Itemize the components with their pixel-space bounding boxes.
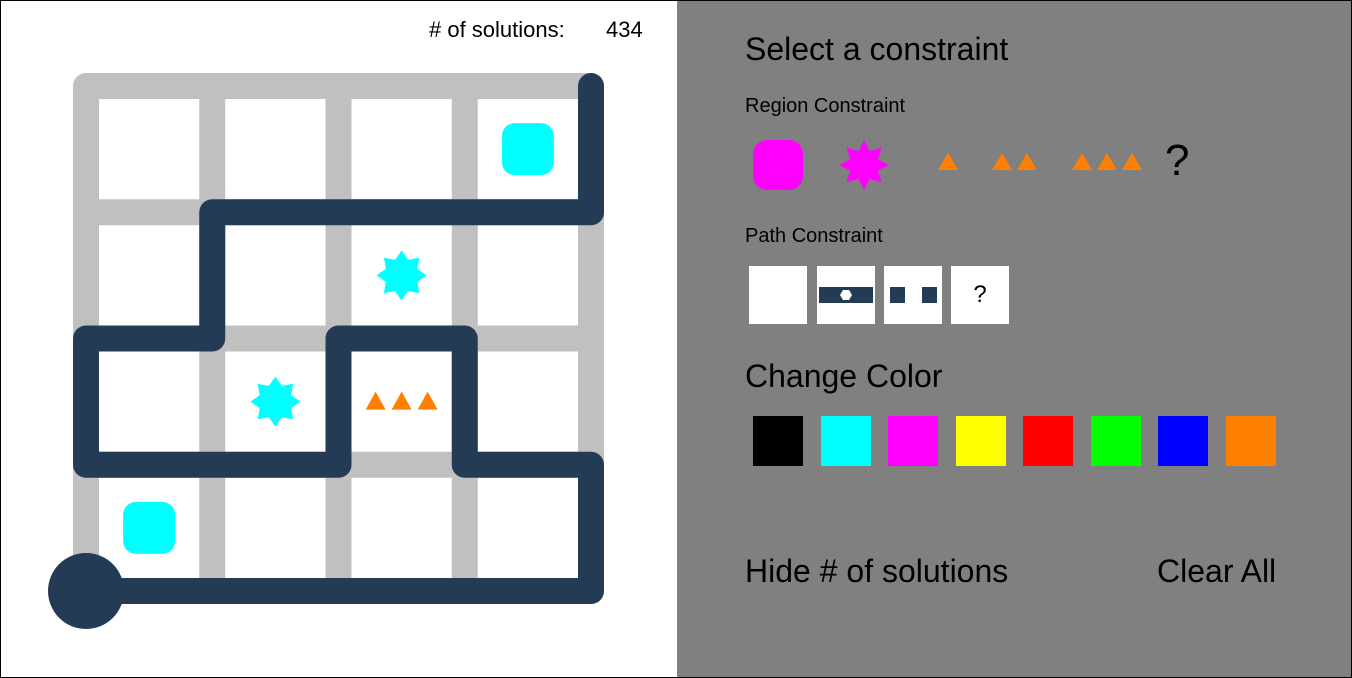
color-swatch[interactable] bbox=[753, 416, 803, 466]
color-swatch[interactable] bbox=[1158, 416, 1208, 466]
triangle-icon bbox=[1097, 153, 1117, 170]
puzzle-board[interactable] bbox=[1, 1, 677, 677]
grid-cell[interactable] bbox=[225, 225, 326, 326]
path-dot-constraint[interactable] bbox=[817, 266, 875, 324]
triangle-icon bbox=[1122, 153, 1142, 170]
rounded-square-icon bbox=[123, 501, 176, 554]
grid-cell[interactable] bbox=[99, 225, 200, 326]
region-square-constraint[interactable] bbox=[751, 138, 805, 192]
color-swatch[interactable] bbox=[1225, 416, 1276, 466]
hide-solutions-button[interactable]: Hide # of solutions bbox=[745, 553, 1008, 590]
grid-cell[interactable] bbox=[477, 225, 578, 326]
rounded-square-icon bbox=[753, 140, 803, 190]
star-icon bbox=[839, 140, 889, 190]
star-icon bbox=[376, 250, 427, 301]
panel-title: Select a constraint bbox=[745, 31, 1009, 67]
triangle-icon bbox=[1017, 153, 1037, 170]
grid-cell[interactable] bbox=[477, 351, 578, 452]
puzzle-pane: # of solutions: 434 bbox=[1, 1, 677, 677]
color-swatch[interactable] bbox=[955, 416, 1006, 466]
path-gap-constraint[interactable] bbox=[884, 266, 942, 324]
grid-cell[interactable] bbox=[99, 351, 200, 452]
color-swatch[interactable] bbox=[1023, 416, 1073, 466]
triangle-icon bbox=[1072, 153, 1092, 170]
region-star-constraint[interactable] bbox=[837, 138, 891, 192]
path-segment-icon bbox=[890, 287, 905, 303]
color-swatch[interactable] bbox=[820, 416, 871, 466]
grid-cell[interactable] bbox=[225, 99, 326, 200]
grid-cell[interactable] bbox=[351, 477, 452, 578]
region-constraint-heading: Region Constraint bbox=[745, 95, 906, 117]
color-swatch[interactable] bbox=[888, 416, 938, 466]
clear-all-button[interactable]: Clear All bbox=[1157, 553, 1276, 590]
region-triangle-3-constraint[interactable] bbox=[1069, 151, 1145, 173]
app-frame: # of solutions: 434 Select a constraint … bbox=[0, 0, 1352, 678]
star-icon bbox=[250, 376, 301, 427]
region-triangle-1-constraint[interactable] bbox=[935, 151, 961, 173]
grid-cell[interactable] bbox=[351, 99, 452, 200]
color-swatch[interactable] bbox=[1090, 416, 1141, 466]
constraint-panel: Select a constraint Region Constraint ? … bbox=[677, 1, 1351, 677]
grid-cell[interactable] bbox=[99, 99, 200, 200]
path-start-circle[interactable] bbox=[48, 553, 124, 629]
region-unknown-constraint[interactable]: ? bbox=[1165, 137, 1189, 185]
rounded-square-icon bbox=[501, 123, 554, 176]
region-triangle-2-constraint[interactable] bbox=[989, 151, 1039, 173]
change-color-heading: Change Color bbox=[745, 358, 943, 394]
path-segment-icon bbox=[922, 287, 937, 303]
triangle-icon bbox=[992, 153, 1012, 170]
triangle-icon bbox=[938, 153, 958, 170]
grid-cell[interactable] bbox=[225, 477, 326, 578]
path-unknown-constraint[interactable]: ? bbox=[951, 266, 1009, 324]
grid-cell[interactable] bbox=[477, 477, 578, 578]
path-constraint-heading: Path Constraint bbox=[745, 225, 883, 247]
path-none-constraint[interactable] bbox=[749, 266, 807, 324]
